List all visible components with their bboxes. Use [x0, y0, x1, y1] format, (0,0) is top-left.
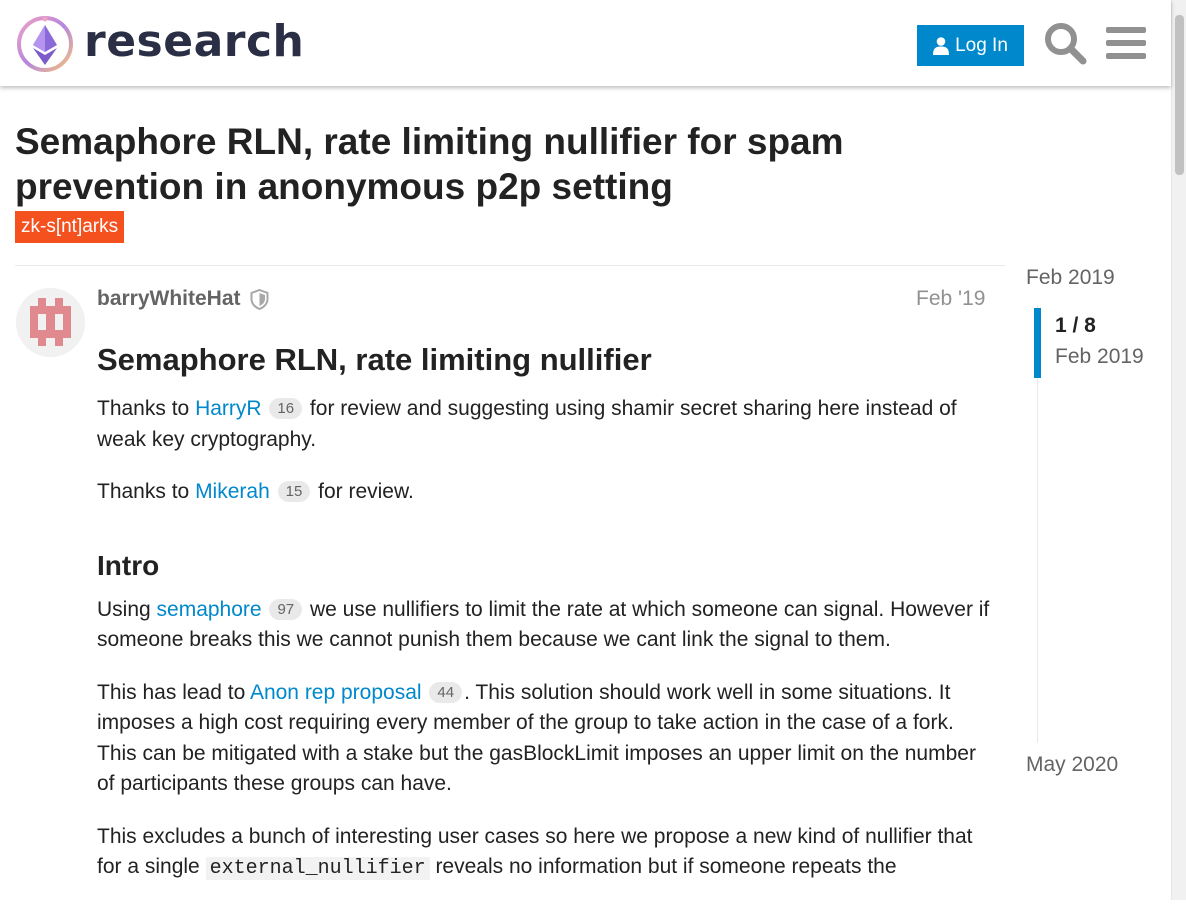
category-badge[interactable]: zk-s[nt]arks [15, 211, 125, 243]
timeline-position-date: Feb 2019 [1055, 345, 1144, 368]
post-paragraph: This has lead to Anon rep proposal 44. T… [97, 680, 976, 796]
post-paragraph: Using semaphore 97 we use nullifiers to … [97, 597, 990, 652]
timeline-position: 1 / 8 [1055, 314, 1096, 337]
post-paragraph: Thanks to Mikerah 15 for review. [97, 480, 414, 503]
post-heading: Semaphore RLN, rate limiting nullifier [97, 342, 652, 377]
post-author[interactable]: barryWhiteHat [97, 286, 241, 312]
harryr-link[interactable]: HarryR [195, 397, 262, 420]
link-count-badge: 16 [269, 398, 303, 419]
identicon-icon [16, 288, 85, 357]
title-divider [15, 265, 1005, 266]
timeline-end-date[interactable]: May 2020 [1026, 753, 1118, 777]
shield-icon [250, 289, 269, 310]
scrollbar-thumb[interactable] [1175, 15, 1184, 175]
topic-title[interactable]: Semaphore RLN, rate limiting nullifier f… [15, 119, 975, 209]
intro-heading: Intro [97, 549, 160, 581]
link-count-badge: 15 [277, 481, 311, 502]
link-count-badge: 97 [269, 598, 303, 620]
anon-rep-proposal-link[interactable]: Anon rep proposal [250, 681, 422, 704]
inline-code: external_nullifier [205, 857, 430, 880]
post-date[interactable]: Feb '19 [916, 286, 985, 312]
timeline-scroller-handle[interactable] [1034, 308, 1041, 378]
hamburger-menu-icon[interactable] [1106, 24, 1146, 62]
post-paragraph: Thanks to HarryR 16 for review and sugge… [97, 397, 957, 451]
login-label: Log In [955, 34, 1008, 56]
user-icon [933, 36, 950, 55]
semaphore-link[interactable]: semaphore [157, 598, 262, 621]
post-body: Semaphore RLN, rate limiting nullifier T… [97, 340, 997, 907]
site-logo-icon[interactable] [16, 15, 74, 73]
avatar[interactable] [16, 288, 85, 357]
page-scrollbar[interactable] [1171, 0, 1186, 900]
mikerah-link[interactable]: Mikerah [195, 480, 270, 503]
site-header: research Log In [0, 0, 1171, 86]
site-title[interactable]: research [84, 14, 304, 70]
post-paragraph: This excludes a bunch of interesting use… [97, 824, 973, 880]
search-icon[interactable] [1043, 21, 1087, 65]
timeline-start-date[interactable]: Feb 2019 [1026, 266, 1115, 290]
login-button[interactable]: Log In [917, 25, 1024, 66]
link-count-badge: 44 [429, 681, 463, 703]
